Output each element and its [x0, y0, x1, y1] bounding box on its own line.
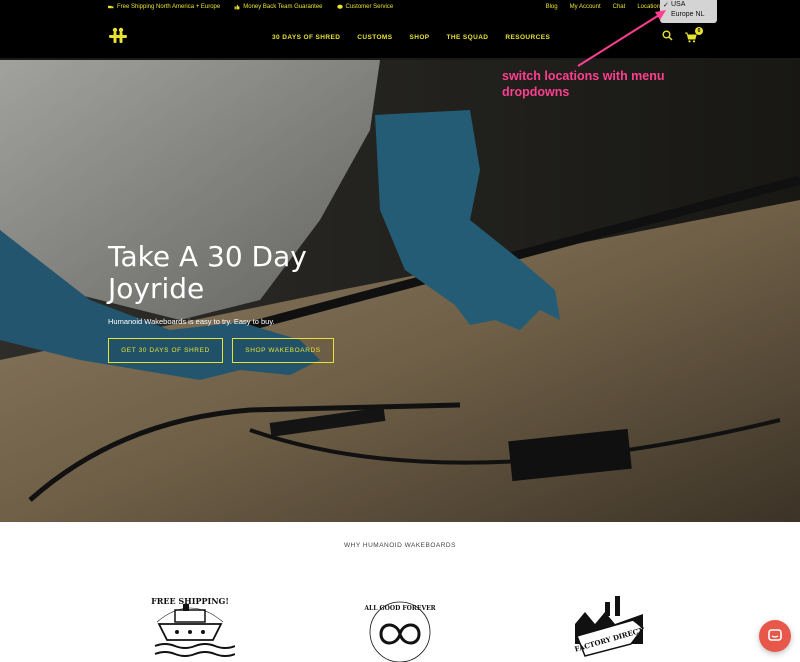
all-good-forever-infinity-icon: ALL GOOD FOREVER [363, 601, 437, 662]
chat-icon [768, 629, 782, 641]
annotation-arrow [577, 10, 666, 67]
hero-title: Take A 30 Day Joyride [108, 240, 307, 305]
factory-direct-icon: FACTORY DIRECT [573, 596, 645, 657]
shop-wakeboards-button[interactable]: SHOP WAKEBOARDS [232, 338, 334, 363]
free-shipping-boat-icon: FREE SHIPPING! [151, 596, 235, 657]
hero-subtitle: Humanoid Wakeboards is easy to try. Easy… [108, 317, 275, 326]
hero-banner: switch locations with menu dropdowns Tak… [0, 60, 800, 522]
all-good-forever-badge-text: ALL GOOD FOREVER [363, 605, 436, 612]
free-shipping-badge-text: FREE SHIPPING! [151, 596, 229, 606]
section-title: WHY HUMANOID WAKEBOARDS [344, 542, 456, 549]
why-section: WHY HUMANOID WAKEBOARDS FREE SHIPPING! A… [0, 522, 800, 662]
get-30-days-button[interactable]: GET 30 DAYS OF SHRED [108, 338, 223, 363]
chat-launcher-button[interactable] [759, 620, 791, 652]
